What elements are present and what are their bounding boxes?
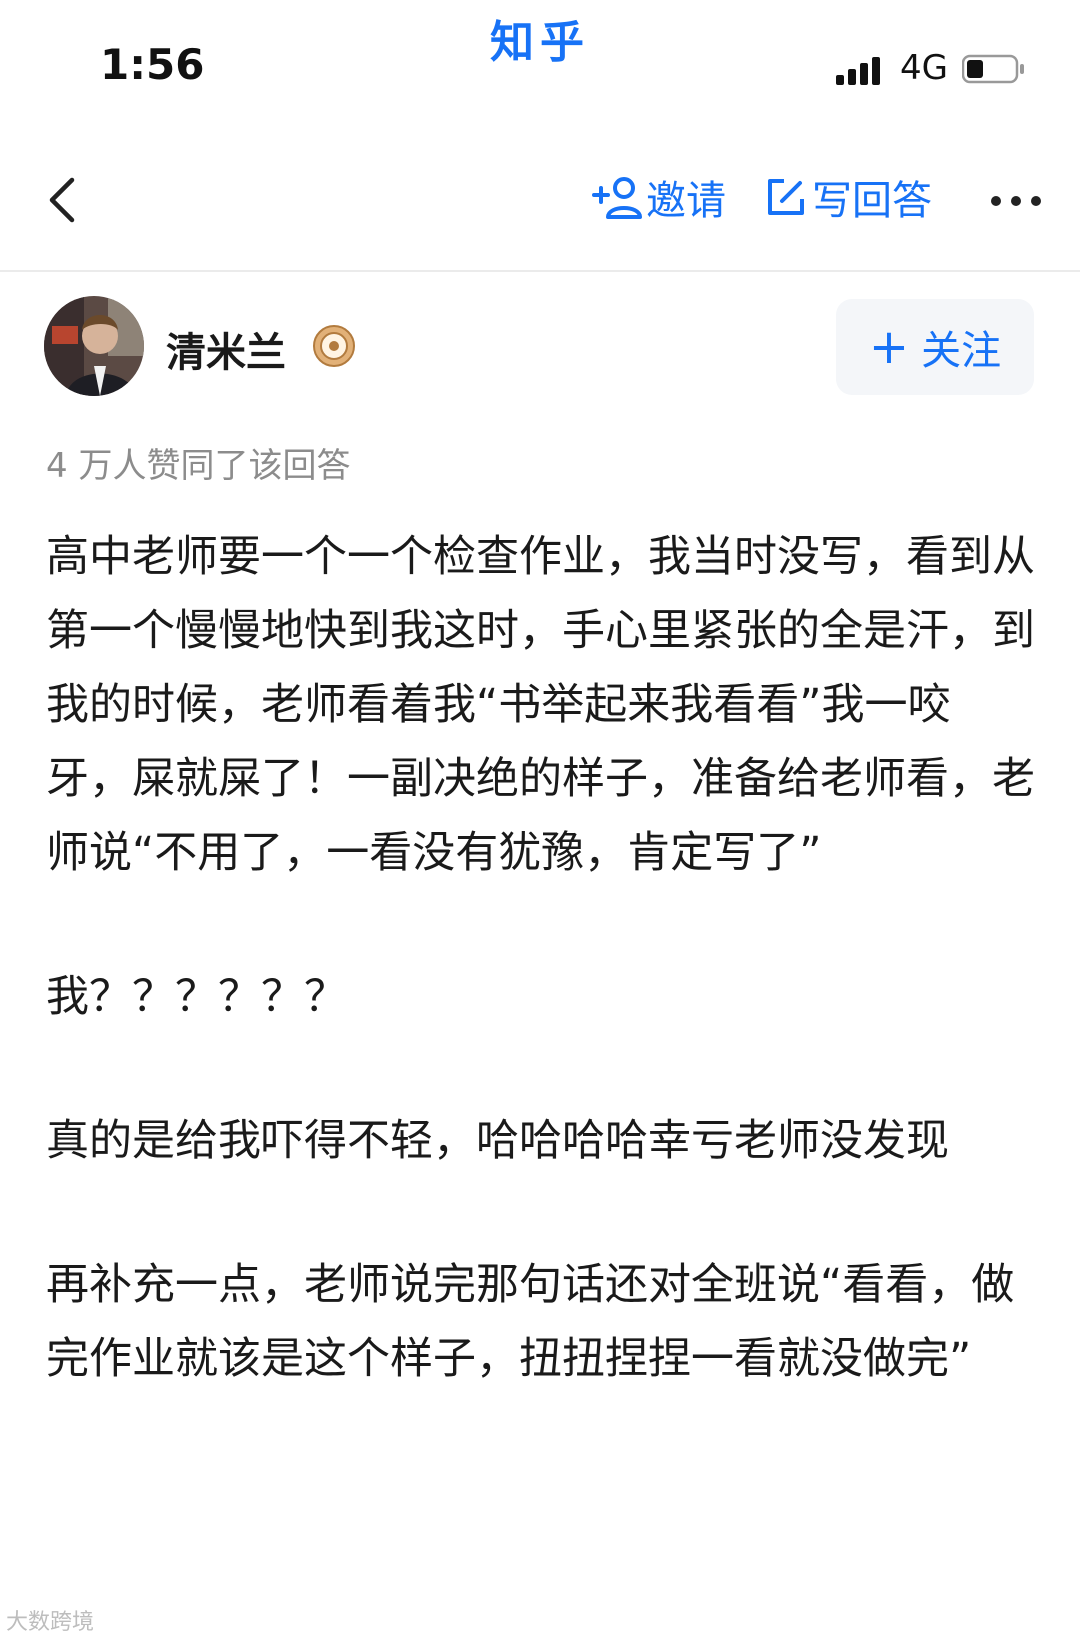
watermark-text: 大数跨境 bbox=[6, 1610, 95, 1635]
answer-paragraph: 真的是给我吓得不轻，哈哈哈哈幸亏老师没发现 bbox=[46, 1116, 949, 1166]
more-icon bbox=[991, 196, 1041, 206]
answer-content: 高中老师要一个一个检查作业，我当时没写，看到从第一个慢慢地快到我这时，手心里紧张… bbox=[46, 520, 1036, 1466]
follow-button[interactable]: + 关注 bbox=[836, 299, 1034, 395]
answer-paragraph: 我？？？？？？ bbox=[46, 972, 347, 1022]
signal-icon bbox=[836, 57, 880, 85]
author-row: 清米兰 + 关注 bbox=[0, 296, 1080, 406]
plus-icon: + bbox=[868, 319, 910, 375]
back-button[interactable] bbox=[36, 170, 86, 230]
battery-icon bbox=[962, 54, 1024, 84]
network-type: 4G bbox=[900, 48, 948, 88]
answer-paragraph: 再补充一点，老师说完那句话还对全班说“看看，做完作业就该是这个样子，扭扭捏捏一看… bbox=[46, 1260, 1015, 1384]
add-user-icon bbox=[592, 177, 642, 219]
invite-button[interactable]: 邀请 bbox=[592, 168, 726, 226]
write-answer-label: 写回答 bbox=[812, 178, 932, 224]
chevron-left-icon bbox=[49, 177, 75, 223]
more-options-button[interactable] bbox=[990, 178, 1042, 208]
avatar-image bbox=[44, 296, 144, 396]
status-bar: 1:56 4G bbox=[0, 0, 1080, 130]
follow-label: 关注 bbox=[921, 328, 1002, 374]
likes-count: 4 万人赞同了该回答 bbox=[46, 446, 351, 486]
medal-badge-icon bbox=[313, 325, 355, 367]
answer-paragraph: 高中老师要一个一个检查作业，我当时没写，看到从第一个慢慢地快到我这时，手心里紧张… bbox=[46, 532, 1035, 878]
avatar[interactable] bbox=[44, 296, 144, 396]
edit-icon bbox=[768, 179, 804, 215]
author-name[interactable]: 清米兰 bbox=[166, 320, 286, 378]
nav-bar: 邀请 写回答 bbox=[0, 150, 1080, 272]
write-answer-button[interactable]: 写回答 bbox=[766, 168, 932, 226]
status-time: 1:56 bbox=[100, 40, 205, 89]
invite-label: 邀请 bbox=[646, 178, 726, 224]
